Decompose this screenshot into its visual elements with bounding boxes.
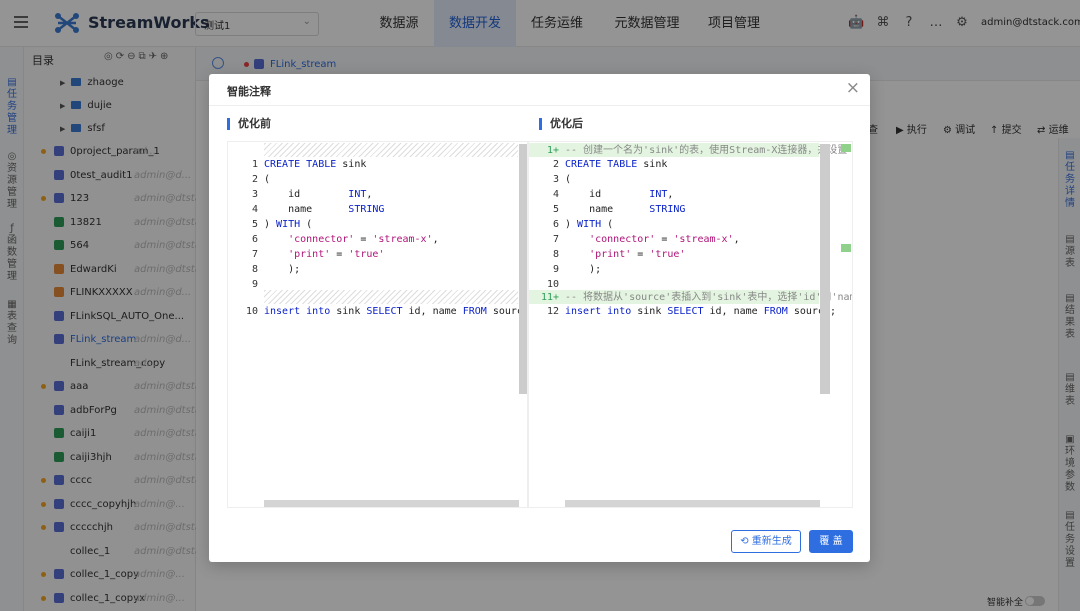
line-number: 7 <box>251 249 258 260</box>
code-line: id INT, <box>565 189 674 200</box>
line-number: 1+ <box>546 145 559 156</box>
line-number: 6 <box>251 234 258 245</box>
code-line: ); <box>264 264 301 275</box>
horizontal-scrollbar[interactable] <box>264 500 519 507</box>
code-line: 'print' = 'true' <box>589 249 686 260</box>
refresh-icon: ⟲ <box>740 536 749 547</box>
code-line: CREATE TABLE sink <box>565 159 668 170</box>
vertical-scrollbar[interactable] <box>519 144 527 394</box>
line-number: 8 <box>251 264 258 275</box>
line-number: 3 <box>251 189 258 200</box>
code-line: -- 创建一个名为'sink'的表，使用Stream-X连接器，并设置 <box>565 145 848 156</box>
line-number: 5 <box>251 219 258 230</box>
line-number: 2 <box>251 174 258 185</box>
horizontal-scrollbar[interactable] <box>565 500 820 507</box>
line-number: 10 <box>245 306 258 317</box>
before-code-editor[interactable]: 1 CREATE TABLE sink 2 (3 id INT, 4 name STRI… <box>227 141 528 508</box>
line-number: 1 <box>251 159 258 170</box>
code-line: -- 将数据从'source'表插入到'sink'表中，选择'id'和'name… <box>565 292 853 303</box>
code-line: ) WITH ( <box>264 219 313 230</box>
code-line: insert into sink SELECT id, name FROM so… <box>264 306 527 317</box>
line-number: 6 <box>552 219 559 230</box>
smart-comment-dialog: 智能注释 × 优化前 优化后 1 CREATE TABLE sink 2 (3 id … <box>209 74 870 562</box>
code-line: ) WITH ( <box>565 219 614 230</box>
line-number: 7 <box>552 234 559 245</box>
line-number: 4 <box>552 189 559 200</box>
before-label: 优化前 <box>227 118 271 130</box>
minimap-marker <box>841 244 851 252</box>
diff-gap <box>264 143 518 157</box>
code-line: 'print' = 'true' <box>288 249 385 260</box>
line-number: 11+ <box>540 292 559 303</box>
regenerate-label: 重新生成 <box>751 536 792 547</box>
line-number: 9 <box>251 279 258 290</box>
code-line: id INT, <box>264 189 373 200</box>
after-label: 优化后 <box>539 118 583 130</box>
line-number: 9 <box>552 264 559 275</box>
code-line: ( <box>565 174 572 185</box>
close-icon[interactable]: × <box>846 78 860 98</box>
line-number: 3 <box>552 174 559 185</box>
after-code-editor[interactable]: 1+ -- 创建一个名为'sink'的表，使用Stream-X连接器，并设置 2 CR… <box>528 141 853 508</box>
code-line: 'connector' = 'stream-x', <box>288 234 439 245</box>
code-line: name STRING <box>264 204 385 215</box>
line-number: 8 <box>552 249 559 260</box>
line-number: 2 <box>552 159 559 170</box>
line-number: 4 <box>251 204 258 215</box>
vertical-scrollbar[interactable] <box>820 144 830 394</box>
line-number: 5 <box>552 204 559 215</box>
minimap-marker <box>841 144 851 152</box>
code-line: CREATE TABLE sink <box>264 159 367 170</box>
line-number: 12 <box>546 306 559 317</box>
diff-gap <box>264 290 518 304</box>
overwrite-button[interactable]: 覆 盖 <box>809 530 853 553</box>
dialog-title: 智能注释 <box>227 85 271 98</box>
regenerate-button[interactable]: ⟲ 重新生成 <box>731 530 801 553</box>
code-line: ( <box>264 174 271 185</box>
code-line: name STRING <box>565 204 686 215</box>
dialog-divider <box>209 105 870 106</box>
code-line: ); <box>565 264 602 275</box>
code-line: 'connector' = 'stream-x', <box>589 234 740 245</box>
code-line: insert into sink SELECT id, name FROM so… <box>565 306 836 317</box>
